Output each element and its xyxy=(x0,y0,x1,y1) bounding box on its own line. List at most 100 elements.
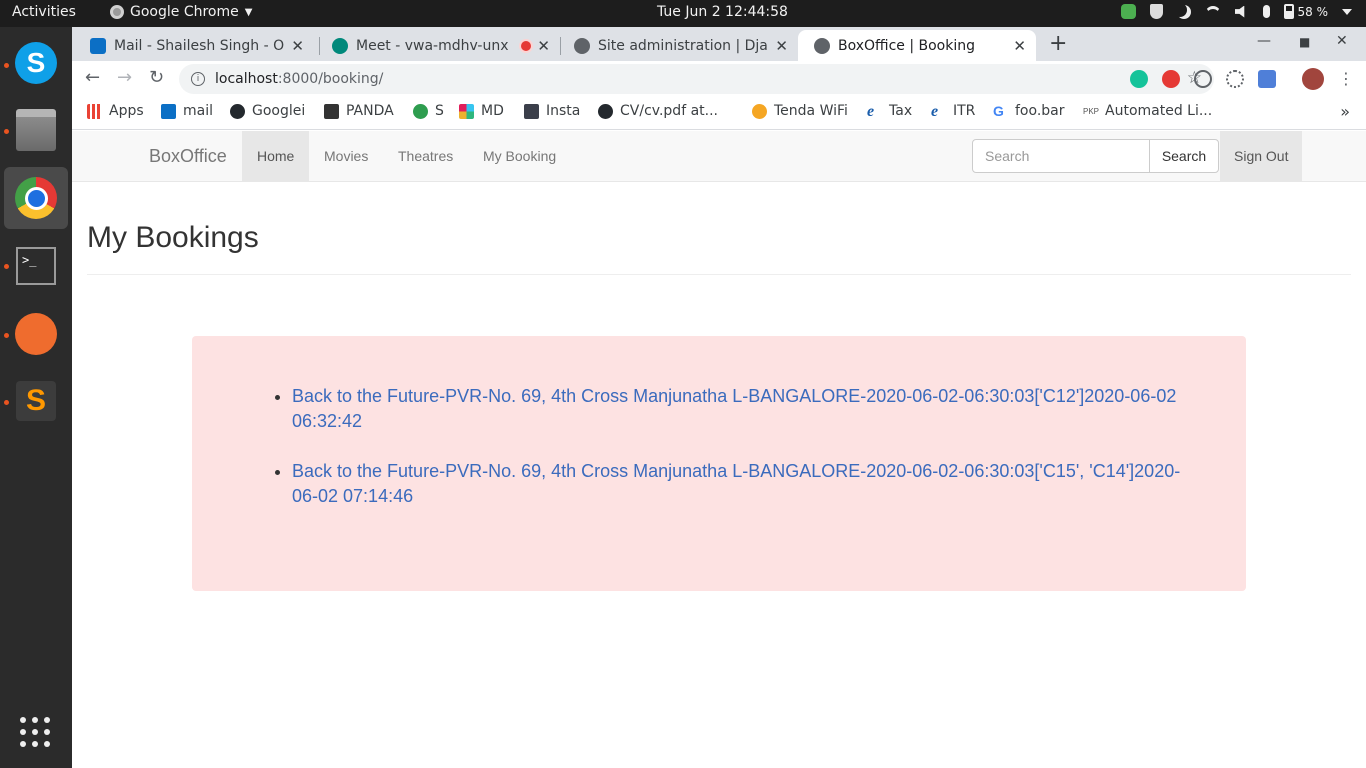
bookmark-label: Insta xyxy=(546,103,581,119)
close-icon[interactable]: ✕ xyxy=(537,37,550,55)
bookmark-insta[interactable]: Insta xyxy=(524,103,580,119)
more-bookmarks-icon[interactable]: » xyxy=(1340,102,1350,121)
list-item: Back to the Future-PVR-No. 69, 4th Cross… xyxy=(292,384,1192,434)
slack-icon xyxy=(459,103,474,119)
tab-django-admin[interactable]: Site administration | Djan ✕ xyxy=(558,30,798,61)
postman-icon xyxy=(15,313,57,355)
clock[interactable]: Tue Jun 2 12:44:58 xyxy=(657,4,788,20)
bookmark-panda[interactable]: PANDA xyxy=(324,103,394,119)
search-button[interactable]: Search xyxy=(1149,139,1219,173)
tab-title: Mail - Shailesh Singh - Out xyxy=(114,37,286,54)
google-icon: G xyxy=(993,102,1004,119)
close-icon[interactable]: ✕ xyxy=(775,37,788,55)
divider xyxy=(87,274,1351,275)
tab-mail[interactable]: Mail - Shailesh Singh - Out ✕ xyxy=(74,30,314,61)
chrome-icon xyxy=(110,5,124,19)
tab-boxoffice[interactable]: BoxOffice | Booking ✕ xyxy=(798,30,1036,61)
tab-title: BoxOffice | Booking xyxy=(838,37,975,54)
system-top-bar: Activities Google Chrome ▼ Tue Jun 2 12:… xyxy=(0,0,1366,27)
bookmark-cv[interactable]: CV/cv.pdf at... xyxy=(598,103,718,119)
grammarly-icon[interactable] xyxy=(1130,70,1148,88)
night-light-icon xyxy=(1177,5,1191,19)
insta-icon xyxy=(524,103,539,119)
wifi-icon xyxy=(1204,5,1221,18)
back-button[interactable]: ← xyxy=(85,67,100,88)
dock-postman[interactable] xyxy=(4,303,68,365)
bookmark-apps[interactable]: Apps xyxy=(87,103,144,119)
bookings-panel: Back to the Future-PVR-No. 69, 4th Cross… xyxy=(192,336,1246,591)
info-icon[interactable]: i xyxy=(191,72,205,86)
bookmark-md[interactable]: MD xyxy=(459,103,504,119)
bookmark-foobar[interactable]: Gfoo.bar xyxy=(993,103,1065,119)
close-window-button[interactable]: ✕ xyxy=(1336,33,1348,49)
nav-my-booking[interactable]: My Booking xyxy=(468,131,571,181)
bookmark-label: foo.bar xyxy=(1015,103,1065,119)
dock-chrome[interactable] xyxy=(4,167,68,229)
dock-skype[interactable]: S xyxy=(4,32,68,94)
bookmark-itr[interactable]: e ITR xyxy=(931,103,975,119)
bookmark-label: Tenda WiFi xyxy=(774,103,848,119)
extension-icon[interactable] xyxy=(1226,70,1244,88)
nav-theatres[interactable]: Theatres xyxy=(383,131,468,181)
bookmark-automated[interactable]: PKP Automated Li... xyxy=(1083,103,1212,119)
recycle-icon[interactable] xyxy=(1194,70,1212,88)
dock-sublime[interactable]: S xyxy=(4,370,68,432)
outlook-icon xyxy=(161,103,176,119)
bookmark-tenda[interactable]: Tenda WiFi xyxy=(752,103,848,119)
bookmark-tax[interactable]: e Tax xyxy=(867,103,912,119)
recording-icon xyxy=(521,40,532,51)
e-icon: e xyxy=(931,102,939,120)
system-tray[interactable]: 58 % xyxy=(1120,4,1352,19)
activities-button[interactable]: Activities xyxy=(12,4,76,20)
bookmark-label: Googlei xyxy=(252,103,306,119)
battery-percent: 58 % xyxy=(1297,4,1329,19)
pen-icon[interactable] xyxy=(1258,70,1276,88)
bookings-list: Back to the Future-PVR-No. 69, 4th Cross… xyxy=(292,384,1192,534)
files-icon xyxy=(16,109,56,151)
system-menu-arrow-icon[interactable] xyxy=(1342,8,1352,15)
avatar[interactable] xyxy=(1302,68,1324,90)
bookmark-s[interactable]: S xyxy=(413,103,444,119)
maximize-button[interactable]: ■ xyxy=(1299,35,1310,49)
web-page: BoxOffice Home Movies Theatres My Bookin… xyxy=(72,131,1366,768)
dock-terminal[interactable]: >_ xyxy=(4,235,68,297)
terminal-icon: >_ xyxy=(16,247,56,285)
tab-strip: Mail - Shailesh Singh - Out ✕ Meet - vwa… xyxy=(72,27,1366,61)
dock-files[interactable] xyxy=(4,99,68,161)
app-menu[interactable]: Google Chrome ▼ xyxy=(110,4,252,20)
update-icon[interactable] xyxy=(1120,4,1136,19)
tab-title: Site administration | Djan xyxy=(598,37,770,54)
bookmark-label: CV/cv.pdf at... xyxy=(620,103,718,119)
dock: S >_ S xyxy=(0,27,72,768)
menu-dots-icon[interactable]: ⋮ xyxy=(1338,69,1354,88)
search-input[interactable] xyxy=(972,139,1150,173)
site-navbar: BoxOffice Home Movies Theatres My Bookin… xyxy=(72,131,1366,182)
close-icon[interactable]: ✕ xyxy=(1013,37,1026,55)
address-bar[interactable]: i localhost:8000/booking/ ☆ xyxy=(179,64,1214,94)
tenda-icon xyxy=(752,103,767,119)
minimize-button[interactable]: — xyxy=(1257,33,1271,49)
site-brand[interactable]: BoxOffice xyxy=(149,146,227,167)
bookmark-label: ITR xyxy=(953,103,976,119)
reload-button[interactable]: ↻ xyxy=(149,67,164,88)
close-icon[interactable]: ✕ xyxy=(291,37,304,55)
bookmark-label: PANDA xyxy=(346,103,394,119)
nav-home[interactable]: Home xyxy=(242,131,310,181)
tab-meet[interactable]: Meet - vwa-mdhv-unx ✕ xyxy=(316,30,560,61)
new-tab-button[interactable]: + xyxy=(1049,31,1067,56)
github-icon xyxy=(230,103,245,119)
pkp-icon: PKP xyxy=(1083,106,1100,116)
bookmark-mail[interactable]: mail xyxy=(161,103,213,119)
globe-icon xyxy=(814,37,830,54)
sign-out-button[interactable]: Sign Out xyxy=(1220,131,1303,181)
volume-icon xyxy=(1234,5,1245,18)
shield-icon[interactable] xyxy=(1149,4,1163,19)
show-applications-icon[interactable] xyxy=(20,717,50,747)
booking-link[interactable]: Back to the Future-PVR-No. 69, 4th Cross… xyxy=(292,461,1180,506)
forward-button[interactable]: → xyxy=(117,67,132,88)
adblock-icon[interactable] xyxy=(1162,70,1180,88)
bookmark-googlei[interactable]: Googlei xyxy=(230,103,305,119)
bookmark-label: Tax xyxy=(889,103,913,119)
nav-movies[interactable]: Movies xyxy=(309,131,383,181)
booking-link[interactable]: Back to the Future-PVR-No. 69, 4th Cross… xyxy=(292,386,1176,431)
